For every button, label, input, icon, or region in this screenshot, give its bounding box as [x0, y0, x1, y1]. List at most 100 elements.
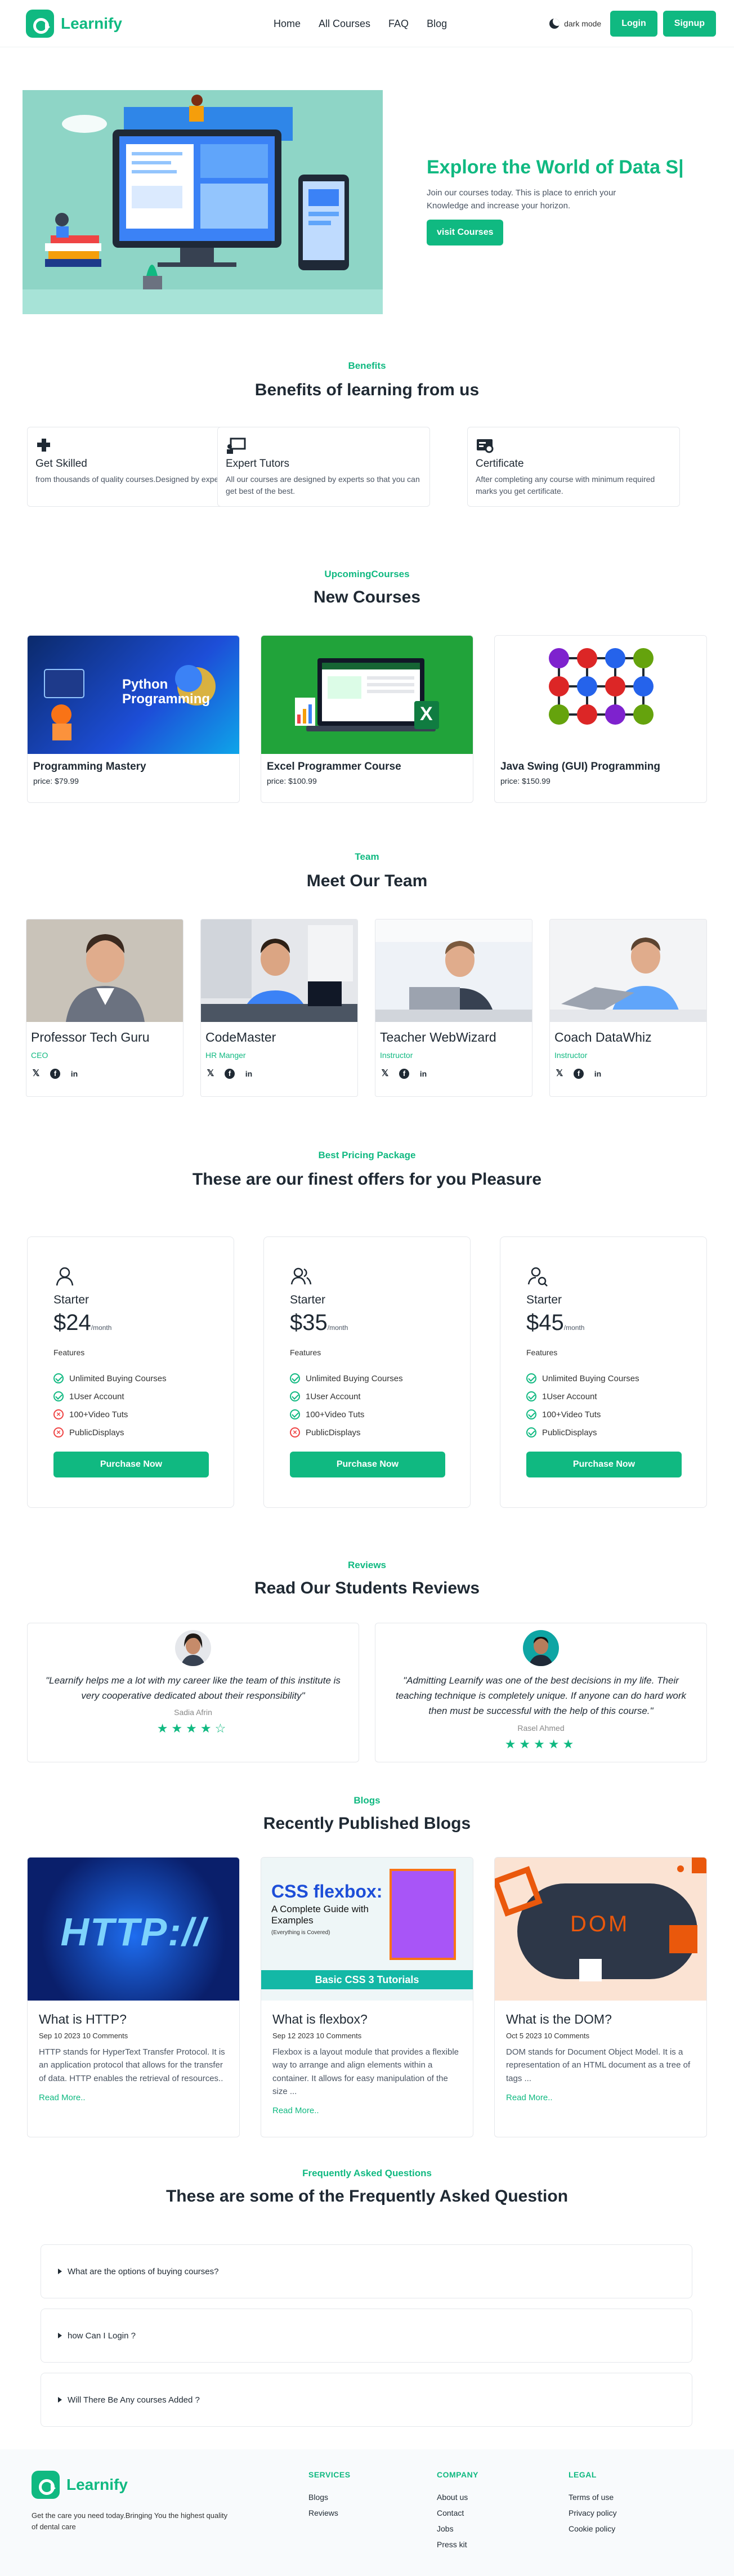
- member-role: Instructor: [380, 1051, 413, 1060]
- plan-period: /month: [327, 1324, 348, 1332]
- plan-feature-text: 100+Video Tuts: [542, 1409, 601, 1419]
- faq-item[interactable]: Will There Be Any courses Added ?: [41, 2373, 692, 2427]
- member-photo: [550, 919, 706, 1022]
- nav-home[interactable]: Home: [274, 18, 301, 30]
- purchase-now-button[interactable]: Purchase Now: [526, 1452, 682, 1477]
- facebook-icon[interactable]: f: [50, 1069, 60, 1079]
- avatar: [175, 1630, 211, 1666]
- signup-button[interactable]: Signup: [663, 11, 716, 37]
- blog-title: What is the DOM?: [506, 2012, 612, 2026]
- login-button[interactable]: Login: [610, 11, 657, 37]
- faq-item[interactable]: how Can I Login ?: [41, 2309, 692, 2363]
- caret-right-icon: [58, 2333, 62, 2338]
- pricing-kicker: Best Pricing Package: [318, 1150, 416, 1160]
- blog-meta: Oct 5 2023 10 Comments: [506, 2032, 590, 2040]
- brand-logo[interactable]: Learnify: [26, 9, 122, 38]
- linkedin-icon[interactable]: in: [69, 1069, 79, 1079]
- course-card[interactable]: Python Programming Programming Mastery p…: [27, 635, 240, 803]
- check-circle-icon: [290, 1373, 300, 1383]
- blogs-kicker: Blogs: [353, 1795, 381, 1806]
- benefit-text: After completing any course with minimum…: [476, 475, 655, 495]
- tutor-board-icon: [226, 437, 246, 454]
- blog-meta: Sep 10 2023 10 Comments: [39, 2032, 128, 2040]
- footer-logo[interactable]: Learnify: [32, 2471, 128, 2499]
- review-quote: "Admitting Learnify was one of the best …: [396, 1675, 686, 1717]
- member-name: Teacher WebWizard: [380, 1030, 496, 1044]
- plan-price: $24/month: [53, 1310, 112, 1335]
- course-price: price: $79.99: [33, 776, 79, 785]
- blog-title: What is HTTP?: [39, 2012, 127, 2026]
- purchase-now-button[interactable]: Purchase Now: [290, 1452, 445, 1477]
- blog-excerpt: DOM stands for Document Object Model. It…: [506, 2047, 691, 2083]
- linkedin-icon[interactable]: in: [418, 1069, 428, 1079]
- facebook-icon[interactable]: f: [574, 1069, 584, 1079]
- course-image: X: [261, 636, 473, 754]
- nav-faq[interactable]: FAQ: [388, 18, 409, 30]
- read-more-link[interactable]: Read More..: [495, 2085, 706, 2110]
- linkedin-icon[interactable]: in: [593, 1069, 603, 1079]
- read-more-link[interactable]: Read More..: [261, 2098, 473, 2123]
- plan-feature-text: 100+Video Tuts: [306, 1409, 365, 1419]
- footer-company: COMPANY About us Contact Jobs Press kit: [437, 2470, 478, 2556]
- benefits-kicker: Benefits: [348, 360, 386, 371]
- purchase-now-button[interactable]: Purchase Now: [53, 1452, 209, 1477]
- benefit-card: Expert Tutors All our courses are design…: [217, 427, 430, 507]
- plan-feature-text: PublicDisplays: [542, 1427, 597, 1437]
- nav-all-courses[interactable]: All Courses: [319, 18, 370, 30]
- plan-name: Starter: [53, 1293, 89, 1306]
- blog-card: CSS flexbox: A Complete Guide with Examp…: [261, 1857, 473, 2137]
- star-rating: ★★★★★: [504, 1736, 578, 1751]
- faq-item[interactable]: What are the options of buying courses?: [41, 2244, 692, 2298]
- facebook-icon[interactable]: f: [225, 1069, 235, 1079]
- footer-link[interactable]: About us: [437, 2493, 478, 2502]
- course-card[interactable]: Java Swing (GUI) Programming price: $150…: [494, 635, 707, 803]
- course-title: Excel Programmer Course: [267, 761, 401, 773]
- plan-features-label: Features: [290, 1348, 321, 1357]
- x-circle-icon: ×: [290, 1427, 300, 1437]
- member-photo: [26, 919, 183, 1022]
- logo-icon: [32, 2471, 60, 2499]
- review-card: "Learnify helps me a lot with my career …: [27, 1623, 359, 1762]
- plan-period: /month: [91, 1324, 112, 1332]
- plan-feature-text: 100+Video Tuts: [69, 1409, 128, 1419]
- footer-link[interactable]: Terms of use: [569, 2493, 617, 2502]
- footer-link[interactable]: Privacy policy: [569, 2508, 617, 2517]
- blog-image: HTTP://: [28, 1858, 239, 2001]
- footer-link[interactable]: Cookie policy: [569, 2524, 617, 2533]
- check-circle-icon: [526, 1373, 536, 1383]
- benefit-title: Get Skilled: [35, 458, 87, 470]
- course-image: [495, 636, 706, 754]
- linkedin-icon[interactable]: in: [244, 1069, 254, 1079]
- plan-name: Starter: [290, 1293, 326, 1306]
- x-twitter-icon[interactable]: 𝕏: [31, 1069, 41, 1079]
- footer-link[interactable]: Reviews: [308, 2508, 351, 2517]
- team-member-card: Teacher WebWizard Instructor 𝕏 f in: [375, 919, 532, 1097]
- nav-blog[interactable]: Blog: [427, 18, 447, 30]
- footer-link[interactable]: Jobs: [437, 2524, 478, 2533]
- course-card[interactable]: X Excel Programmer Course price: $100.99: [261, 635, 473, 803]
- social-links: 𝕏 f in: [375, 1065, 532, 1082]
- plan-feature-text: 1User Account: [306, 1391, 361, 1401]
- footer-link[interactable]: Press kit: [437, 2540, 478, 2549]
- pricing-title: These are our finest offers for you Plea…: [192, 1170, 542, 1189]
- read-more-link[interactable]: Read More..: [28, 2085, 239, 2110]
- logo-icon: [26, 9, 54, 38]
- dark-mode-toggle[interactable]: dark mode: [549, 19, 601, 29]
- blog-card: DOM What is the DOM? Oct 5 2023 10 Comme…: [494, 1857, 707, 2137]
- x-twitter-icon[interactable]: 𝕏: [205, 1069, 216, 1079]
- x-twitter-icon[interactable]: 𝕏: [380, 1069, 390, 1079]
- course-image-text: Python Programming: [122, 677, 211, 707]
- footer-link[interactable]: Contact: [437, 2508, 478, 2517]
- dark-mode-label: dark mode: [564, 19, 602, 28]
- footer-heading: LEGAL: [569, 2470, 597, 2479]
- benefits-title: Benefits of learning from us: [254, 381, 480, 399]
- footer-link[interactable]: Blogs: [308, 2493, 351, 2502]
- visit-courses-button[interactable]: visit Courses: [427, 220, 504, 245]
- plan-feature: 1User Account: [526, 1387, 681, 1405]
- footer-legal: LEGAL Terms of use Privacy policy Cookie…: [569, 2470, 617, 2540]
- plan-feature: Unlimited Buying Courses: [526, 1369, 681, 1387]
- footer-services: SERVICES Blogs Reviews: [308, 2470, 351, 2524]
- member-role: Instructor: [554, 1051, 588, 1060]
- facebook-icon[interactable]: f: [399, 1069, 409, 1079]
- x-twitter-icon[interactable]: 𝕏: [554, 1069, 565, 1079]
